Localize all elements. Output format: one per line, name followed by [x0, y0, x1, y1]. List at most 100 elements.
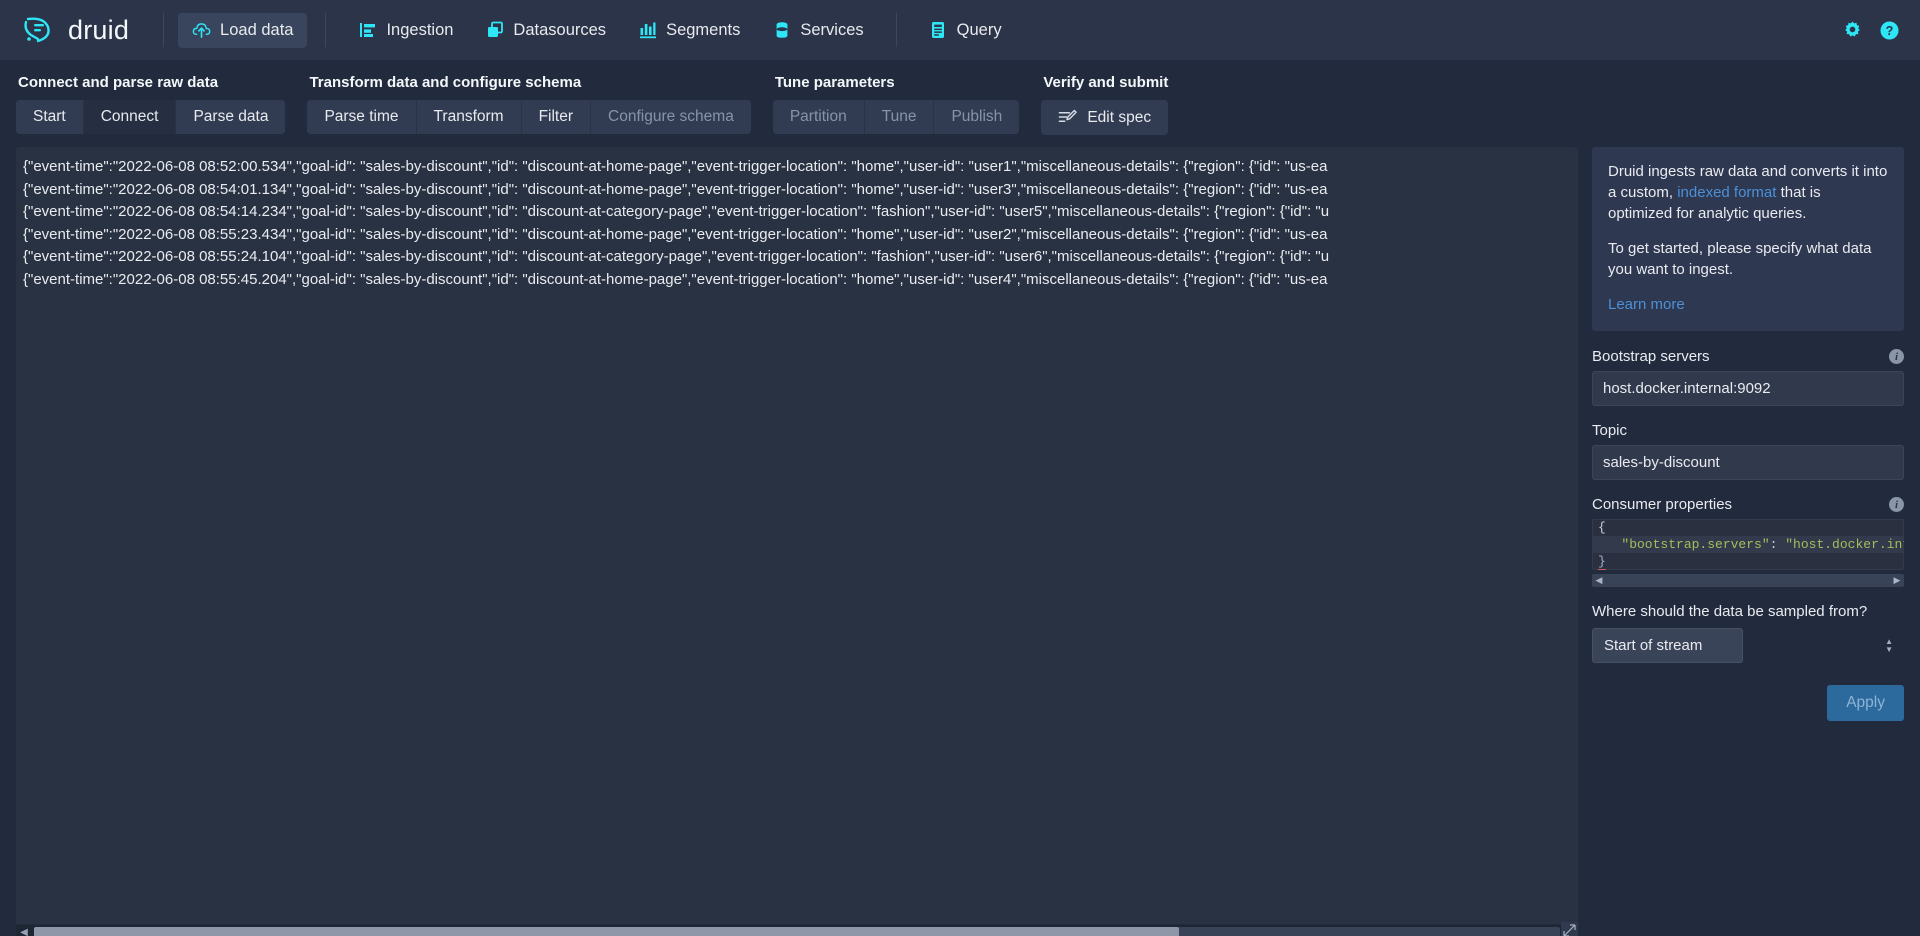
segments-icon [638, 21, 657, 40]
code-scrollbar-rail[interactable] [1606, 574, 1890, 587]
bootstrap-servers-input[interactable] [1592, 371, 1904, 406]
nav-item-segments[interactable]: Segments [624, 13, 754, 48]
info-paragraph-2: To get started, please specify what data… [1608, 240, 1872, 278]
services-icon [772, 21, 791, 40]
info-icon[interactable]: i [1889, 349, 1904, 364]
navbar-right-actions: ? [1842, 20, 1900, 41]
raw-data-panel: {"event-time":"2022-06-08 08:52:00.534",… [16, 147, 1578, 936]
info-icon[interactable]: i [1889, 497, 1904, 512]
navbar-divider-3 [895, 13, 897, 47]
code-scroll-right-arrow-icon[interactable]: ▶ [1890, 575, 1904, 586]
top-navbar: druid Load data Ingestion Datasources Se… [0, 0, 1920, 60]
step-button-filter[interactable]: Filter [521, 100, 592, 134]
chevron-updown-icon: ▲ ▼ [1885, 636, 1893, 654]
code-line-3: } [1592, 553, 1904, 570]
cloud-upload-icon [192, 21, 211, 40]
step-button-row: Partition Tune Publish [772, 100, 1020, 134]
code-open-brace: { [1598, 520, 1606, 535]
step-button-tune: Tune [864, 100, 935, 134]
step-button-row: Parse time Transform Filter Configure sc… [307, 100, 751, 134]
raw-data-line: {"event-time":"2022-06-08 08:55:45.204",… [23, 270, 1328, 288]
sample-from-select-wrap: Start of stream ▲ ▼ [1592, 628, 1904, 663]
step-button-start[interactable]: Start [16, 100, 84, 134]
raw-data-lines: {"event-time":"2022-06-08 08:52:00.534",… [16, 147, 1578, 924]
info-card: Druid ingests raw data and converts it i… [1592, 147, 1904, 331]
code-separator: : [1769, 537, 1786, 552]
topic-input[interactable] [1592, 445, 1904, 480]
nav-item-datasources[interactable]: Datasources [471, 13, 620, 48]
consumer-properties-label-row: Consumer properties i [1592, 496, 1904, 513]
step-button-row: Edit spec [1041, 100, 1169, 135]
step-button-connect[interactable]: Connect [83, 100, 177, 134]
sample-from-select[interactable]: Start of stream [1592, 628, 1743, 663]
gear-icon[interactable] [1842, 20, 1863, 41]
scroll-left-arrow-icon[interactable]: ◀ [16, 927, 32, 936]
step-group-title: Transform data and configure schema [309, 74, 582, 91]
step-group-verify: Verify and submit Edit spec [1041, 74, 1168, 135]
ingestion-icon [358, 21, 377, 40]
config-sidebar: Druid ingests raw data and converts it i… [1592, 147, 1904, 936]
step-button-partition: Partition [772, 100, 865, 134]
topic-label: Topic [1592, 422, 1628, 439]
navbar-items: Load data Ingestion Datasources Segments… [178, 12, 1016, 48]
step-button-configure-schema: Configure schema [591, 100, 751, 134]
code-line-2: "bootstrap.servers": "host.docker.intern… [1592, 536, 1904, 553]
step-button-publish: Publish [934, 100, 1020, 134]
learn-more-link[interactable]: Learn more [1608, 296, 1685, 313]
step-group-title: Tune parameters [774, 74, 895, 91]
step-button-edit-spec[interactable]: Edit spec [1041, 100, 1168, 135]
resize-grip-icon[interactable] [1561, 922, 1578, 936]
topic-label-row: Topic [1592, 422, 1904, 439]
sample-from-label-row: Where should the data be sampled from? [1592, 603, 1904, 620]
step-button-row: Start Connect Parse data [16, 100, 286, 134]
nav-item-load-data[interactable]: Load data [178, 12, 308, 48]
consumer-properties-editor[interactable]: { "bootstrap.servers": "host.docker.inte… [1592, 519, 1904, 570]
nav-item-label: Ingestion [386, 20, 454, 39]
raw-data-line: {"event-time":"2022-06-08 08:54:01.134",… [23, 180, 1328, 198]
consumer-properties-label: Consumer properties [1592, 496, 1733, 513]
step-group-connect: Connect and parse raw data Start Connect… [16, 74, 286, 135]
raw-data-line: {"event-time":"2022-06-08 08:55:23.434",… [23, 225, 1328, 243]
step-button-parse-data[interactable]: Parse data [176, 100, 286, 134]
help-icon[interactable]: ? [1879, 20, 1900, 41]
raw-data-line: {"event-time":"2022-06-08 08:54:14.234",… [23, 203, 1330, 220]
scrollbar-thumb[interactable] [34, 926, 1179, 936]
code-line-1: { [1592, 519, 1904, 536]
step-button-parse-time[interactable]: Parse time [307, 100, 417, 134]
bootstrap-servers-label: Bootstrap servers [1592, 348, 1710, 365]
step-navigation: Connect and parse raw data Start Connect… [0, 60, 1920, 135]
navbar-divider-1 [163, 13, 165, 47]
step-group-title: Verify and submit [1043, 74, 1169, 91]
code-horizontal-scrollbar[interactable]: ◀ ▶ [1592, 574, 1904, 587]
sample-from-label: Where should the data be sampled from? [1592, 603, 1868, 620]
raw-data-line: {"event-time":"2022-06-08 08:55:24.104",… [23, 248, 1330, 265]
query-icon [929, 21, 948, 40]
step-group-title: Connect and parse raw data [18, 74, 219, 91]
apply-button[interactable]: Apply [1827, 685, 1904, 721]
edit-spec-icon [1058, 108, 1078, 127]
datasources-icon [485, 21, 504, 40]
brand: druid [22, 15, 149, 46]
indexed-format-link[interactable]: indexed format [1677, 184, 1776, 201]
nav-item-services[interactable]: Services [758, 13, 877, 48]
main-content: {"event-time":"2022-06-08 08:52:00.534",… [0, 135, 1920, 936]
info-paragraph-1: Druid ingests raw data and converts it i… [1608, 161, 1888, 224]
horizontal-scrollbar[interactable]: ◀ ▶ [16, 924, 1578, 936]
nav-item-ingestion[interactable]: Ingestion [344, 13, 467, 48]
nav-item-label: Segments [666, 20, 741, 39]
apply-row: Apply [1592, 685, 1904, 721]
nav-item-label: Services [800, 20, 864, 39]
nav-item-query[interactable]: Query [915, 13, 1016, 48]
code-close-brace: } [1598, 554, 1606, 570]
step-group-transform: Transform data and configure schema Pars… [307, 74, 751, 135]
nav-item-label: Datasources [513, 20, 607, 39]
svg-text:?: ? [1886, 24, 1894, 38]
bootstrap-servers-label-row: Bootstrap servers i [1592, 348, 1904, 365]
nav-item-label: Query [956, 20, 1002, 39]
code-scroll-left-arrow-icon[interactable]: ◀ [1592, 575, 1606, 586]
code-key: "bootstrap.servers" [1621, 537, 1770, 552]
scrollbar-rail[interactable] [34, 926, 1560, 936]
code-value: "host.docker.interna [1785, 537, 1904, 552]
step-group-tune: Tune parameters Partition Tune Publish [772, 74, 1020, 135]
step-button-transform[interactable]: Transform [416, 100, 522, 134]
